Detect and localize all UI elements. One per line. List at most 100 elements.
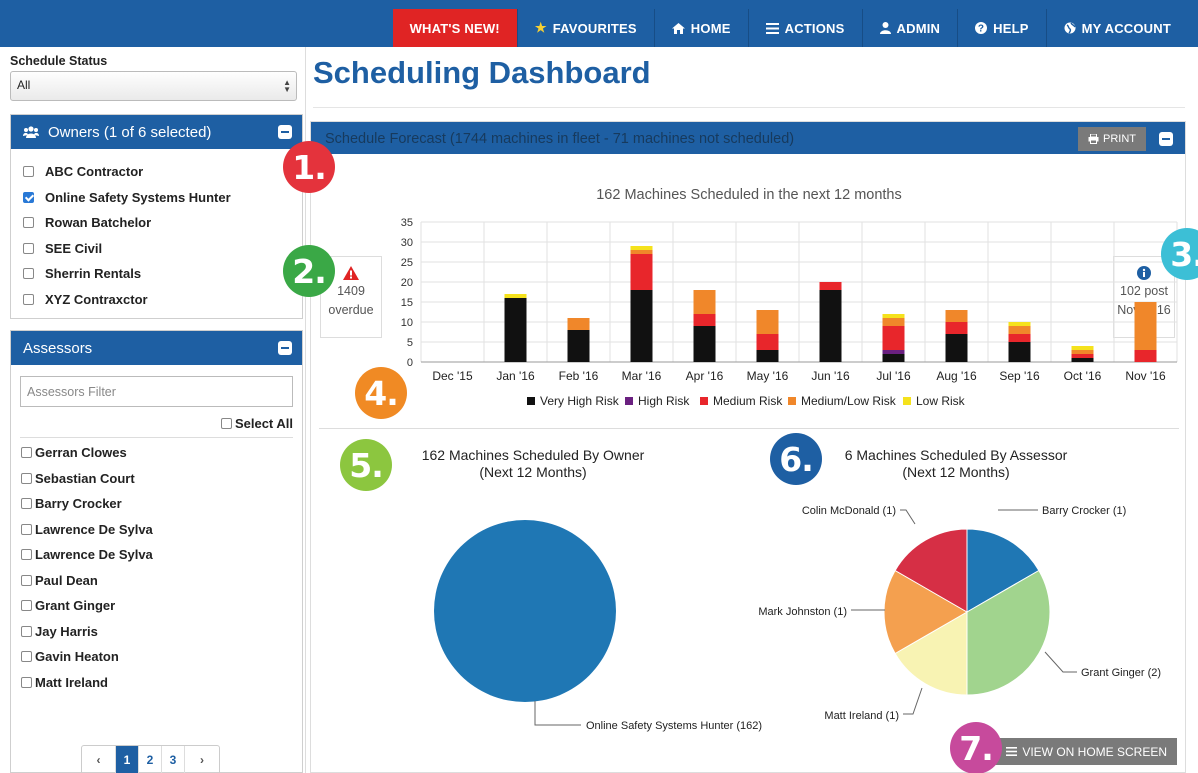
assessor-checkbox[interactable] <box>21 447 32 459</box>
view-on-home-screen-button[interactable]: VIEW ON HOME SCREEN <box>976 738 1177 765</box>
pie-slice[interactable] <box>434 520 616 702</box>
assessor-item[interactable]: Jay Harris <box>11 619 302 645</box>
nav-my-account[interactable]: MY ACCOUNT <box>1045 9 1188 47</box>
owner-label: XYZ Contraxctor <box>45 291 148 307</box>
badge-2: 2. <box>283 245 335 297</box>
owner-item[interactable]: Sherrin Rentals <box>11 261 302 287</box>
owner-item[interactable]: Rowan Batchelor <box>11 210 302 236</box>
pager-prev[interactable]: ‹ <box>82 746 116 773</box>
owner-item[interactable]: Online Safety Systems Hunter <box>11 185 302 211</box>
users-icon <box>23 126 39 138</box>
assessors-pagination: ‹ 1 2 3 › <box>81 745 220 773</box>
assessor-checkbox[interactable] <box>21 549 32 561</box>
assessor-item[interactable]: Lawrence De Sylva <box>11 517 302 543</box>
assessors-filter-input[interactable]: Assessors Filter <box>20 376 293 407</box>
owner-label: Sherrin Rentals <box>45 266 142 282</box>
assessor-item[interactable]: Paul Dean <box>11 568 302 594</box>
nav-admin[interactable]: ADMIN <box>861 9 958 47</box>
nav-help-label: HELP <box>993 20 1029 36</box>
assessor-checkbox[interactable] <box>21 651 32 663</box>
pie-slice-label: Colin McDonald (1) <box>802 505 896 517</box>
assessor-label: Sebastian Court <box>35 470 135 486</box>
top-nav-bar: WHAT'S NEW! ★ FAVOURITES HOME ACTIONS ADM… <box>0 0 1198 47</box>
schedule-status-label: Schedule Status <box>10 54 108 68</box>
user-icon <box>879 22 891 34</box>
assessor-checkbox[interactable] <box>21 600 32 612</box>
nav-help[interactable]: ? HELP <box>957 9 1045 47</box>
nav-my-account-label: MY ACCOUNT <box>1081 20 1171 36</box>
home-icon <box>671 22 685 34</box>
nav-favourites[interactable]: ★ FAVOURITES <box>516 9 654 47</box>
owner-item[interactable]: XYZ Contraxctor <box>11 287 302 313</box>
assessor-checkbox[interactable] <box>21 523 32 535</box>
pie-label-connector <box>1044 651 1077 673</box>
assessor-checkbox[interactable] <box>21 472 32 484</box>
star-icon: ★ <box>534 20 547 35</box>
select-all-label: Select All <box>234 416 293 431</box>
schedule-status-select[interactable]: All ▲ ▼ <box>10 71 297 101</box>
badge-6: 6. <box>770 433 822 485</box>
select-all-checkbox[interactable]: Select All <box>11 416 302 431</box>
owner-checkbox[interactable] <box>23 191 34 203</box>
svg-text:?: ? <box>978 24 984 35</box>
assessor-item[interactable]: Gerran Clowes <box>11 440 302 466</box>
assessor-label: Gavin Heaton <box>35 649 119 665</box>
owners-panel-title: Owners (1 of 6 selected) <box>48 123 212 141</box>
list-icon <box>1006 747 1018 756</box>
owner-label: Rowan Batchelor <box>45 215 152 231</box>
badge-5: 5. <box>340 439 392 491</box>
assessors-panel-header[interactable]: Assessors <box>11 331 302 365</box>
schedule-status-value: All <box>17 78 31 92</box>
owner-checkbox[interactable] <box>23 268 34 280</box>
assessor-item[interactable]: Grant Ginger <box>11 593 302 619</box>
owner-item[interactable]: ABC Contractor <box>11 159 302 185</box>
assessor-checkbox[interactable] <box>21 574 32 586</box>
pager-page-2[interactable]: 2 <box>139 746 162 773</box>
assessor-label: Paul Dean <box>35 572 98 588</box>
owner-label: ABC Contractor <box>45 164 144 180</box>
nav-favourites-label: FAVOURITES <box>552 20 637 36</box>
assessors-collapse-icon[interactable] <box>278 341 292 355</box>
schedule-forecast-panel: Schedule Forecast (1744 machines in flee… <box>310 121 1186 773</box>
nav-actions-label: ACTIONS <box>784 20 845 36</box>
nav-whats-new-label: WHAT'S NEW! <box>409 20 500 36</box>
nav-home[interactable]: HOME <box>653 9 748 47</box>
select-all-box[interactable] <box>220 418 232 429</box>
assessor-checkbox[interactable] <box>21 676 32 688</box>
owner-item[interactable]: SEE Civil <box>11 236 302 262</box>
select-arrows-icon: ▲ ▼ <box>283 78 291 94</box>
badge-7: 7. <box>950 722 1002 773</box>
badge-4: 4. <box>355 367 407 419</box>
owners-collapse-icon[interactable] <box>278 125 292 139</box>
nav-whats-new[interactable]: WHAT'S NEW! <box>392 9 517 47</box>
owner-checkbox[interactable] <box>23 217 34 229</box>
pie-slice-label: Barry Crocker (1) <box>1042 505 1126 517</box>
pie-label-connector <box>900 509 916 525</box>
assessor-label: Gerran Clowes <box>35 445 127 461</box>
owner-checkbox[interactable] <box>23 293 34 305</box>
globe-icon <box>1064 22 1076 34</box>
nav-admin-label: ADMIN <box>896 20 941 36</box>
assessor-checkbox[interactable] <box>21 625 32 637</box>
pie-label-connector <box>903 687 923 715</box>
owners-panel-header[interactable]: Owners (1 of 6 selected) <box>11 115 302 149</box>
owner-checkbox[interactable] <box>23 166 34 178</box>
owner-checkbox[interactable] <box>23 242 34 254</box>
pager-page-3[interactable]: 3 <box>162 746 185 773</box>
pie-charts: Online Safety Systems Hunter (162) Barry … <box>434 505 1161 732</box>
assessor-item[interactable]: Matt Ireland <box>11 670 302 696</box>
owner-label: SEE Civil <box>45 240 103 256</box>
nav-actions[interactable]: ACTIONS <box>747 9 862 47</box>
owners-list: ABC Contractor Online Safety Systems Hunt… <box>11 149 302 312</box>
list-icon <box>765 22 779 34</box>
assessor-item[interactable]: Barry Crocker <box>11 491 302 517</box>
pager-page-1[interactable]: 1 <box>116 746 139 773</box>
pager-next[interactable]: › <box>185 746 219 773</box>
assessor-checkbox[interactable] <box>21 498 32 510</box>
assessor-item[interactable]: Lawrence De Sylva <box>11 542 302 568</box>
assessor-label: Lawrence De Sylva <box>35 547 153 563</box>
assessor-item[interactable]: Gavin Heaton <box>11 644 302 670</box>
pie-label-connector <box>534 701 581 726</box>
assessor-item[interactable]: Sebastian Court <box>11 466 302 492</box>
title-divider <box>313 107 1185 108</box>
